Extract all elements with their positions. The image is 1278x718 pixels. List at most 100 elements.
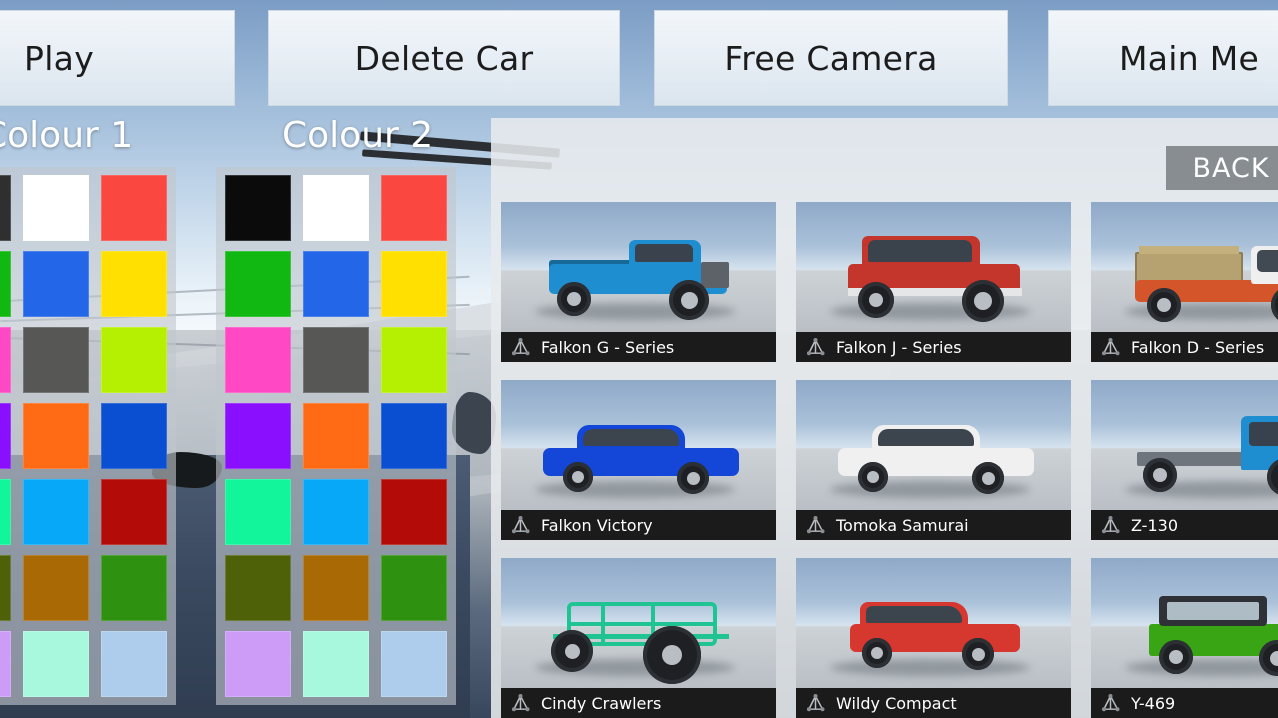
colour-2-swatch-grid[interactable] <box>216 167 456 705</box>
swatch-colour2-0[interactable] <box>225 175 291 241</box>
car-name: Y-469 <box>1131 694 1175 713</box>
swatch-colour2-7[interactable] <box>303 327 369 393</box>
swatch-colour1-20[interactable] <box>101 631 167 697</box>
swatch-colour2-20[interactable] <box>381 631 447 697</box>
swatch-colour1-18[interactable] <box>0 631 11 697</box>
swatch-colour2-4[interactable] <box>303 251 369 317</box>
swatch-colour1-7[interactable] <box>23 327 89 393</box>
swatch-colour2-8[interactable] <box>381 327 447 393</box>
play-button-label: Play <box>24 39 94 78</box>
car-label-falkon-g-series: Falkon G - Series <box>501 332 776 362</box>
swatch-colour2-16[interactable] <box>303 555 369 621</box>
car-name: Falkon G - Series <box>541 338 674 357</box>
prefab-icon <box>805 693 826 714</box>
car-card-falkon-d-series[interactable]: Falkon D - Series <box>1091 202 1278 362</box>
car-card-y-469[interactable]: Y-469 <box>1091 558 1278 718</box>
delete-car-button-label: Delete Car <box>355 39 534 78</box>
car-thumbnail-falkon-victory[interactable] <box>501 380 776 510</box>
swatch-colour2-1[interactable] <box>303 175 369 241</box>
swatch-colour2-6[interactable] <box>225 327 291 393</box>
car-thumbnail-z-130[interactable] <box>1091 380 1278 510</box>
car-card-falkon-g-series[interactable]: Falkon G - Series <box>501 202 776 362</box>
swatch-colour1-13[interactable] <box>23 479 89 545</box>
swatch-colour1-16[interactable] <box>23 555 89 621</box>
swatch-colour2-12[interactable] <box>225 479 291 545</box>
delete-car-button[interactable]: Delete Car <box>268 10 620 106</box>
prefab-icon <box>1100 693 1121 714</box>
swatch-colour1-3[interactable] <box>0 251 11 317</box>
swatch-colour2-2[interactable] <box>381 175 447 241</box>
car-shadow <box>1125 659 1278 676</box>
swatch-colour2-15[interactable] <box>225 555 291 621</box>
car-name: Tomoka Samurai <box>836 516 969 535</box>
prefab-icon <box>805 337 826 358</box>
car-thumbnail-cindy-crawlers[interactable] <box>501 558 776 688</box>
swatch-colour1-8[interactable] <box>101 327 167 393</box>
car-label-wildy-compact: Wildy Compact <box>796 688 1071 718</box>
prefab-icon <box>510 693 531 714</box>
prefab-icon <box>1100 515 1121 536</box>
car-card-cindy-crawlers[interactable]: Cindy Crawlers <box>501 558 776 718</box>
swatch-colour2-9[interactable] <box>225 403 291 469</box>
car-name: Falkon D - Series <box>1131 338 1264 357</box>
swatch-colour1-14[interactable] <box>101 479 167 545</box>
swatch-colour2-10[interactable] <box>303 403 369 469</box>
prefab-icon <box>510 337 531 358</box>
car-label-cindy-crawlers: Cindy Crawlers <box>501 688 776 718</box>
swatch-colour2-5[interactable] <box>381 251 447 317</box>
car-card-tomoka-samurai[interactable]: Tomoka Samurai <box>796 380 1071 540</box>
car-label-falkon-victory: Falkon Victory <box>501 510 776 540</box>
swatch-colour1-17[interactable] <box>101 555 167 621</box>
car-thumbnail-wildy-compact[interactable] <box>796 558 1071 688</box>
colour-2-title: Colour 2 <box>282 115 433 156</box>
prefab-icon <box>1100 337 1121 358</box>
car-label-falkon-d-series: Falkon D - Series <box>1091 332 1278 362</box>
scene-rock <box>452 392 496 454</box>
colour-1-swatch-grid[interactable] <box>0 167 176 705</box>
car-label-z-130: Z-130 <box>1091 510 1278 540</box>
car-name: Falkon Victory <box>541 516 653 535</box>
car-thumbnail-falkon-g-series[interactable] <box>501 202 776 332</box>
swatch-colour2-19[interactable] <box>303 631 369 697</box>
back-button-label: BACK <box>1192 153 1269 184</box>
main-menu-button-label: Main Me <box>1119 39 1259 78</box>
car-name: Z-130 <box>1131 516 1178 535</box>
free-camera-button[interactable]: Free Camera <box>654 10 1008 106</box>
swatch-colour1-12[interactable] <box>0 479 11 545</box>
swatch-colour1-19[interactable] <box>23 631 89 697</box>
back-button[interactable]: BACK <box>1166 146 1278 190</box>
swatch-colour1-2[interactable] <box>101 175 167 241</box>
swatch-colour1-11[interactable] <box>101 403 167 469</box>
swatch-colour1-6[interactable] <box>0 327 11 393</box>
car-thumbnail-tomoka-samurai[interactable] <box>796 380 1071 510</box>
swatch-colour1-0[interactable] <box>0 175 11 241</box>
swatch-colour2-17[interactable] <box>381 555 447 621</box>
car-card-z-130[interactable]: Z-130 <box>1091 380 1278 540</box>
colour-1-title: Colour 1 <box>0 115 133 156</box>
swatch-colour1-10[interactable] <box>23 403 89 469</box>
car-grid: Falkon G - Series Falkon J - Series Falkon… <box>501 202 1278 718</box>
car-card-wildy-compact[interactable]: Wildy Compact <box>796 558 1071 718</box>
swatch-colour1-5[interactable] <box>101 251 167 317</box>
swatch-colour1-1[interactable] <box>23 175 89 241</box>
swatch-colour2-11[interactable] <box>381 403 447 469</box>
car-card-falkon-j-series[interactable]: Falkon J - Series <box>796 202 1071 362</box>
swatch-colour2-13[interactable] <box>303 479 369 545</box>
swatch-colour2-3[interactable] <box>225 251 291 317</box>
top-button-bar: Play Delete Car Free Camera Main Me <box>0 0 1278 106</box>
main-menu-button[interactable]: Main Me <box>1048 10 1278 106</box>
swatch-colour2-14[interactable] <box>381 479 447 545</box>
car-label-falkon-j-series: Falkon J - Series <box>796 332 1071 362</box>
car-shadow <box>830 659 1030 676</box>
car-thumbnail-y-469[interactable] <box>1091 558 1278 688</box>
play-button[interactable]: Play <box>0 10 235 106</box>
car-name: Cindy Crawlers <box>541 694 661 713</box>
car-thumbnail-falkon-d-series[interactable] <box>1091 202 1278 332</box>
swatch-colour1-15[interactable] <box>0 555 11 621</box>
car-card-falkon-victory[interactable]: Falkon Victory <box>501 380 776 540</box>
car-thumbnail-falkon-j-series[interactable] <box>796 202 1071 332</box>
swatch-colour1-4[interactable] <box>23 251 89 317</box>
car-label-tomoka-samurai: Tomoka Samurai <box>796 510 1071 540</box>
swatch-colour2-18[interactable] <box>225 631 291 697</box>
swatch-colour1-9[interactable] <box>0 403 11 469</box>
